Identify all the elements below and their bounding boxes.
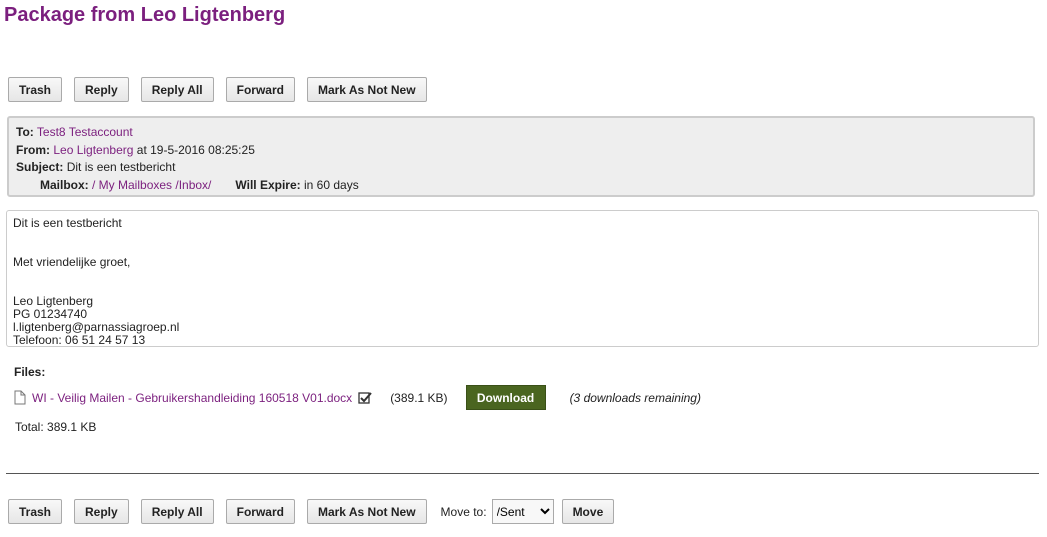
trash-button[interactable]: Trash	[8, 77, 63, 102]
to-link[interactable]: Test8 Testaccount	[37, 125, 133, 139]
subject-label: Subject:	[16, 160, 64, 174]
forward-button[interactable]: Forward	[225, 499, 295, 524]
bottom-toolbar: Trash Reply Reply All Forward Mark As No…	[8, 499, 626, 524]
mark-not-new-button[interactable]: Mark As Not New	[306, 77, 427, 102]
move-to-label: Move to:	[440, 504, 487, 519]
trash-button[interactable]: Trash	[8, 499, 63, 524]
body-line: Met vriendelijke groet,	[13, 255, 131, 269]
file-icon	[14, 390, 26, 405]
body-line	[13, 269, 1032, 282]
downloads-remaining: (3 downloads remaining)	[569, 390, 701, 405]
file-size: (389.1 KB)	[390, 390, 448, 405]
reply-button[interactable]: Reply	[74, 77, 129, 102]
body-line	[13, 230, 1032, 243]
body-line: Leo Ligtenberg	[13, 294, 94, 308]
body-line: Dit is een testbericht	[13, 216, 122, 230]
body-line: Telefoon: 06 51 24 57 13	[13, 333, 146, 347]
from-link[interactable]: Leo Ligtenberg	[53, 143, 133, 157]
forward-button[interactable]: Forward	[225, 77, 295, 102]
reply-button[interactable]: Reply	[74, 499, 129, 524]
from-label: From:	[16, 142, 50, 157]
body-line	[13, 243, 1032, 256]
body-line: l.ligtenberg@parnassiagroep.nl	[13, 320, 180, 334]
checkbox-icon	[358, 391, 372, 404]
message-header: To: Test8 Testaccount From: Leo Ligtenbe…	[7, 116, 1035, 197]
message-body: Dit is een testbericht Met vriendelijke …	[6, 210, 1039, 347]
top-toolbar: Trash Reply Reply All Forward Mark As No…	[8, 77, 439, 102]
files-label: Files:	[14, 365, 46, 379]
file-link[interactable]: WI - Veilig Mailen - Gebruikershandleidi…	[32, 391, 352, 405]
files-section: Files: WI - Veilig Mailen - Gebruikersha…	[14, 365, 701, 434]
mailbox-link[interactable]: / My Mailboxes /Inbox/	[92, 178, 211, 192]
mark-not-new-button[interactable]: Mark As Not New	[306, 499, 427, 524]
reply-all-button[interactable]: Reply All	[140, 77, 214, 102]
move-button[interactable]: Move	[561, 499, 615, 524]
expire-value: in 60 days	[304, 177, 359, 192]
to-label: To:	[16, 125, 34, 139]
files-total: Total: 389.1 KB	[15, 420, 97, 434]
expire-label: Will Expire:	[235, 177, 301, 192]
subject: Dit is een testbericht	[66, 160, 176, 174]
move-to-select[interactable]: /Sent	[491, 499, 554, 524]
download-button[interactable]: Download	[465, 385, 546, 410]
page-title: Package from Leo Ligtenberg	[4, 4, 286, 26]
body-line	[13, 282, 1032, 295]
mailbox-label: Mailbox:	[40, 177, 89, 192]
reply-all-button[interactable]: Reply All	[140, 499, 214, 524]
file-row: WI - Veilig Mailen - Gebruikershandleidi…	[14, 385, 701, 410]
divider	[6, 473, 1039, 474]
sent-date: at 19-5-2016 08:25:25	[136, 142, 255, 157]
